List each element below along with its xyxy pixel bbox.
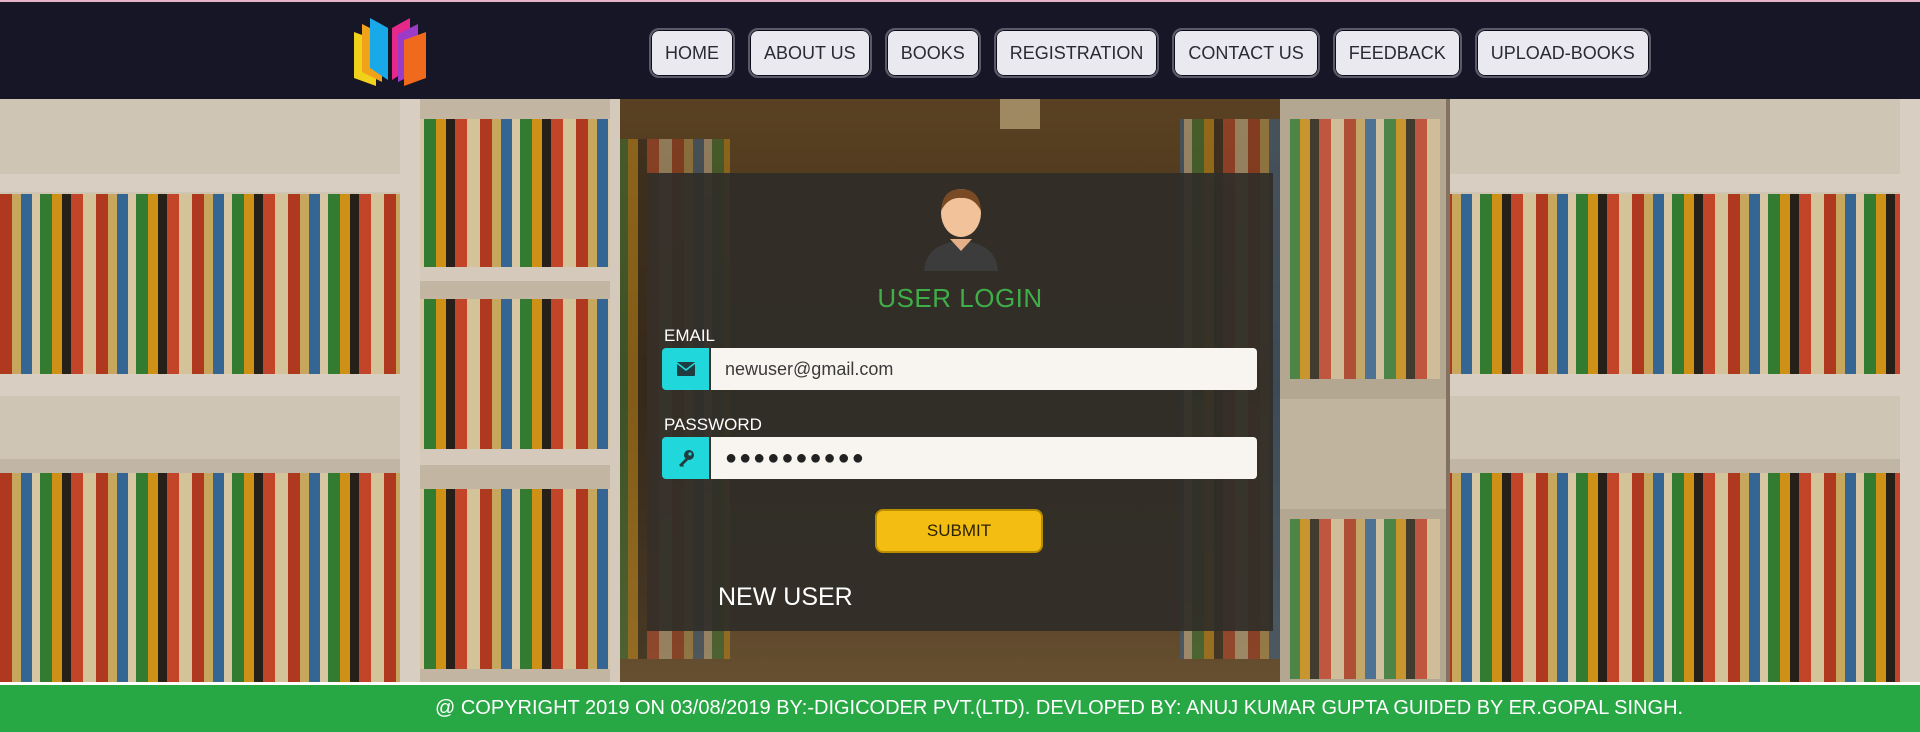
submit-button[interactable]: SUBMIT xyxy=(875,509,1043,553)
copyright-text: @ COPYRIGHT 2019 ON 03/08/2019 BY:-DIGIC… xyxy=(435,697,1684,719)
top-header: HOME ABOUT US BOOKS REGISTRATION CONTACT… xyxy=(0,0,1920,99)
login-panel: USER LOGIN EMAIL newuser@gmail.com PASSW… xyxy=(647,173,1273,631)
nav-home[interactable]: HOME xyxy=(649,28,735,78)
footer-bar: @ COPYRIGHT 2019 ON 03/08/2019 BY:-DIGIC… xyxy=(0,685,1920,732)
books-logo-icon[interactable] xyxy=(348,14,432,88)
user-avatar-icon xyxy=(924,189,998,271)
nav-about-us[interactable]: ABOUT US xyxy=(748,28,872,78)
nav-contact-us[interactable]: CONTACT US xyxy=(1172,28,1320,78)
envelope-icon xyxy=(662,348,709,390)
nav-registration[interactable]: REGISTRATION xyxy=(993,28,1160,78)
password-field[interactable]: ●●●●●●●●●● xyxy=(711,437,1257,479)
email-label: EMAIL xyxy=(664,326,716,345)
library-background-image: USER LOGIN EMAIL newuser@gmail.com PASSW… xyxy=(0,99,1920,682)
password-mask: ●●●●●●●●●● xyxy=(725,446,866,469)
email-field-group: newuser@gmail.com xyxy=(662,348,1257,390)
key-icon xyxy=(662,437,709,479)
password-field-group: ●●●●●●●●●● xyxy=(662,437,1257,479)
new-user-link[interactable]: NEW USER xyxy=(718,583,853,612)
password-label: PASSWORD xyxy=(664,415,762,434)
nav-books[interactable]: BOOKS xyxy=(884,28,981,78)
page: HOME ABOUT US BOOKS REGISTRATION CONTACT… xyxy=(0,0,1920,732)
nav-upload-books[interactable]: UPLOAD-BOOKS xyxy=(1474,28,1651,78)
email-field[interactable]: newuser@gmail.com xyxy=(711,348,1257,390)
login-title: USER LOGIN xyxy=(877,283,1043,313)
main-nav: HOME ABOUT US BOOKS REGISTRATION CONTACT… xyxy=(649,28,1651,78)
nav-feedback[interactable]: FEEDBACK xyxy=(1332,28,1462,78)
